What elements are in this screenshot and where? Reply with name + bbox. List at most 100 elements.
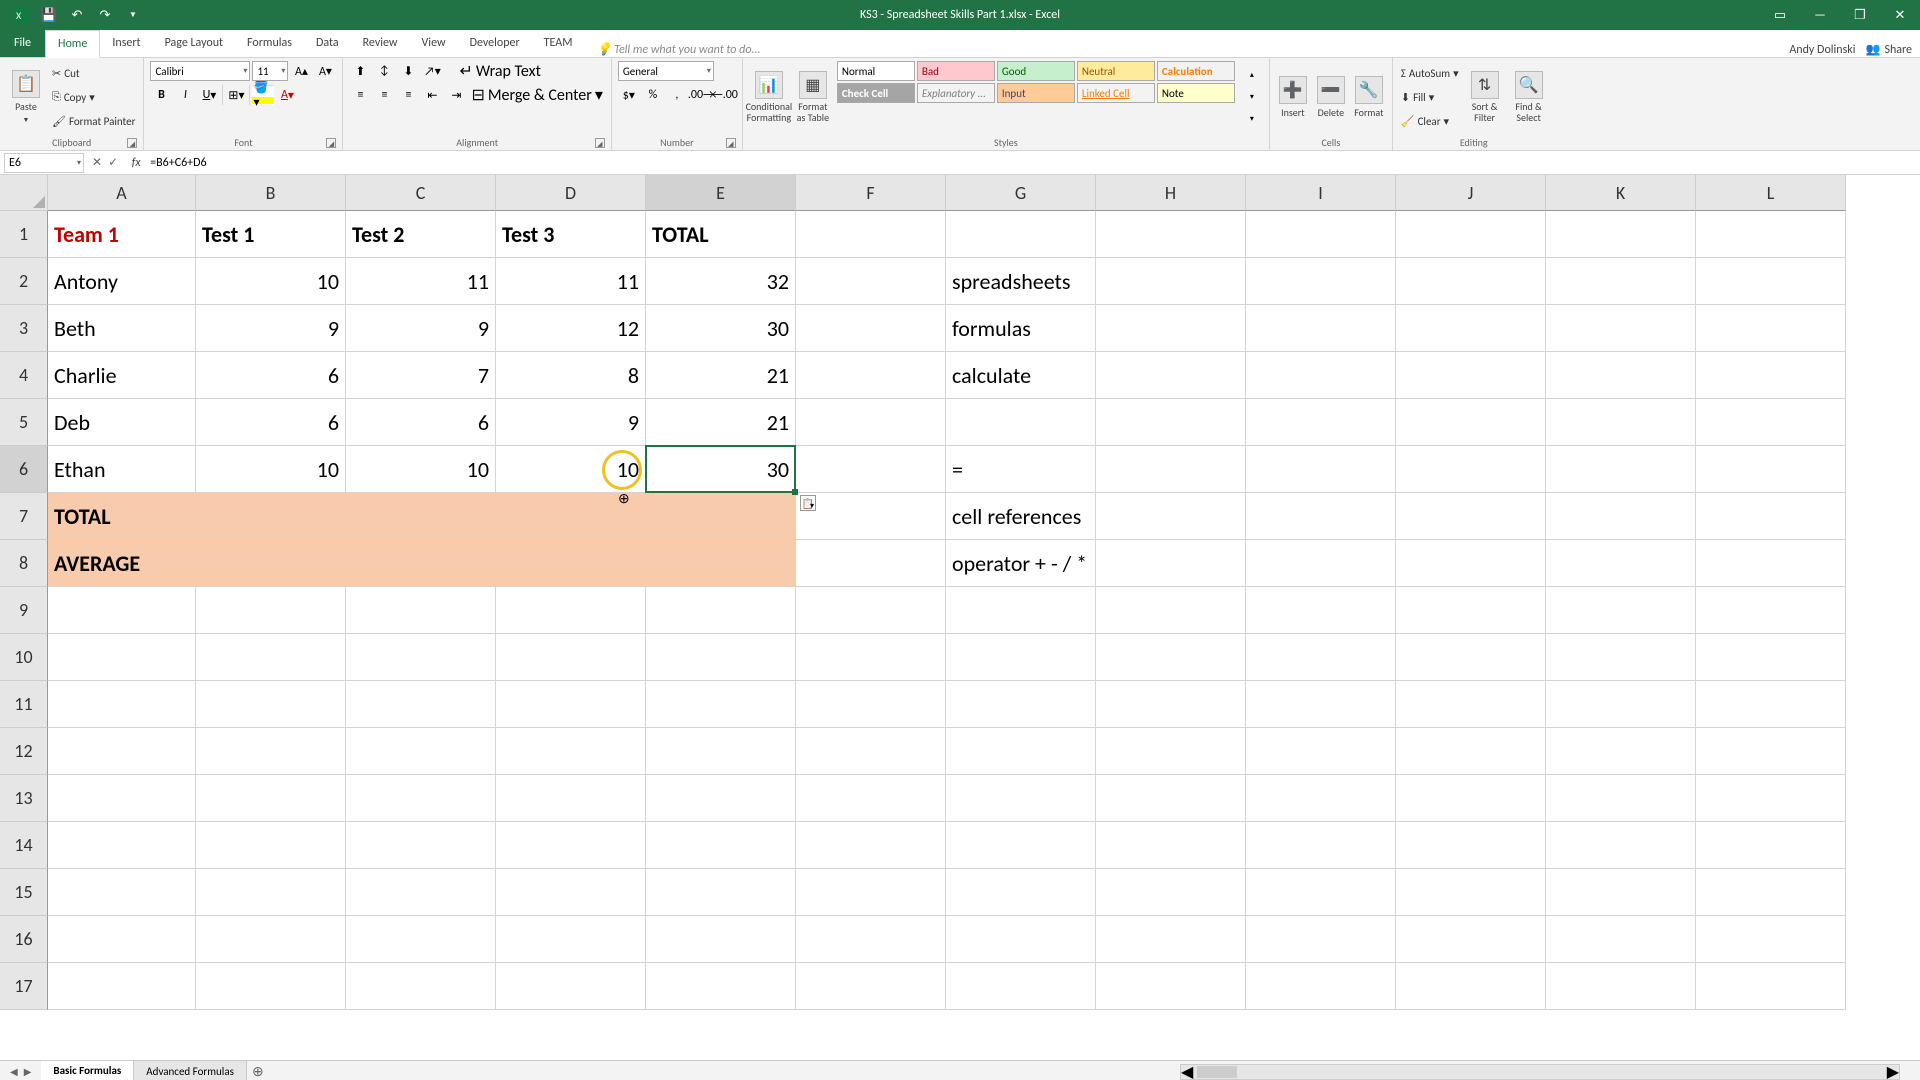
cell-D13[interactable] [496, 775, 646, 822]
cell-J7[interactable] [1396, 493, 1546, 540]
tab-page-layout[interactable]: Page Layout [153, 29, 235, 57]
cell-I9[interactable] [1246, 587, 1396, 634]
save-button[interactable]: 💾 [36, 4, 62, 26]
cell-D3[interactable]: 12 [496, 305, 646, 352]
align-left-button[interactable]: ≡ [349, 85, 371, 105]
cell-C13[interactable] [346, 775, 496, 822]
increase-decimal-button[interactable]: .00→ [690, 85, 712, 105]
cell-A7[interactable]: TOTAL [48, 493, 196, 540]
cell-B10[interactable] [196, 634, 346, 681]
cell-G4[interactable]: calculate [946, 352, 1096, 399]
cell-C6[interactable]: 10 [346, 446, 496, 493]
cell-L6[interactable] [1696, 446, 1846, 493]
align-middle-button[interactable]: ↕ [373, 61, 395, 81]
cell-D6[interactable]: 10 [496, 446, 646, 493]
row-header-12[interactable]: 12 [0, 728, 48, 775]
cell-L9[interactable] [1696, 587, 1846, 634]
cell-L14[interactable] [1696, 822, 1846, 869]
cell-K6[interactable] [1546, 446, 1696, 493]
cell-B14[interactable] [196, 822, 346, 869]
cell-G16[interactable] [946, 916, 1096, 963]
cell-K16[interactable] [1546, 916, 1696, 963]
cell-H10[interactable] [1096, 634, 1246, 681]
cell-I16[interactable] [1246, 916, 1396, 963]
cell-B9[interactable] [196, 587, 346, 634]
cell-K4[interactable] [1546, 352, 1696, 399]
minimize-button[interactable]: — [1800, 0, 1840, 30]
font-name-combo[interactable]: Calibri▾ [150, 61, 250, 81]
cell-L17[interactable] [1696, 963, 1846, 1010]
column-header-A[interactable]: A [48, 175, 196, 211]
row-header-7[interactable]: 7 [0, 493, 48, 540]
cell-G1[interactable] [946, 211, 1096, 258]
cut-button[interactable]: ✂ Cut [50, 63, 137, 83]
cell-A8[interactable]: AVERAGE [48, 540, 196, 587]
cell-K11[interactable] [1546, 681, 1696, 728]
row-header-1[interactable]: 1 [0, 211, 48, 258]
cell-A1[interactable]: Team 1 [48, 211, 196, 258]
row-header-8[interactable]: 8 [0, 540, 48, 587]
style-normal[interactable]: Normal [837, 61, 915, 81]
cell-C3[interactable]: 9 [346, 305, 496, 352]
cell-F15[interactable] [796, 869, 946, 916]
style-good[interactable]: Good [997, 61, 1075, 81]
cell-J6[interactable] [1396, 446, 1546, 493]
cell-B16[interactable] [196, 916, 346, 963]
style-check-cell[interactable]: Check Cell [837, 83, 915, 103]
bold-button[interactable]: B [150, 85, 172, 105]
cell-B1[interactable]: Test 1 [196, 211, 346, 258]
style-bad[interactable]: Bad [917, 61, 995, 81]
cell-J8[interactable] [1396, 540, 1546, 587]
cell-C10[interactable] [346, 634, 496, 681]
cell-H8[interactable] [1096, 540, 1246, 587]
select-all-button[interactable] [0, 175, 48, 211]
borders-button[interactable]: ⊞▾ [225, 85, 247, 105]
cell-C17[interactable] [346, 963, 496, 1010]
cell-D12[interactable] [496, 728, 646, 775]
column-header-D[interactable]: D [496, 175, 646, 211]
cell-F5[interactable] [796, 399, 946, 446]
cell-G11[interactable] [946, 681, 1096, 728]
cell-F6[interactable] [796, 446, 946, 493]
column-header-F[interactable]: F [796, 175, 946, 211]
cell-E9[interactable] [646, 587, 796, 634]
cell-H4[interactable] [1096, 352, 1246, 399]
tab-insert[interactable]: Insert [100, 29, 152, 57]
sheet-nav-last[interactable]: ▶ [24, 1065, 32, 1078]
sheet-tab-advanced-formulas[interactable]: Advanced Formulas [134, 1061, 247, 1080]
cancel-formula-button[interactable]: ✕ [92, 155, 102, 170]
cell-I5[interactable] [1246, 399, 1396, 446]
cell-L3[interactable] [1696, 305, 1846, 352]
cell-G9[interactable] [946, 587, 1096, 634]
cell-C7[interactable] [346, 493, 496, 540]
align-center-button[interactable]: ≡ [373, 85, 395, 105]
horizontal-scrollbar[interactable]: ◀▶ [1180, 1064, 1900, 1080]
format-painter-button[interactable]: 🖌 Format Painter [50, 111, 137, 131]
cell-E8[interactable] [646, 540, 796, 587]
cell-F2[interactable] [796, 258, 946, 305]
autofill-options-button[interactable]: 📋 [800, 495, 816, 511]
cell-K1[interactable] [1546, 211, 1696, 258]
style-neutral[interactable]: Neutral [1077, 61, 1155, 81]
cell-A3[interactable]: Beth [48, 305, 196, 352]
cell-K8[interactable] [1546, 540, 1696, 587]
cell-C12[interactable] [346, 728, 496, 775]
cell-I12[interactable] [1246, 728, 1396, 775]
row-header-16[interactable]: 16 [0, 916, 48, 963]
cell-D5[interactable]: 9 [496, 399, 646, 446]
cell-J17[interactable] [1396, 963, 1546, 1010]
alignment-dialog-launcher[interactable]: ◢ [595, 138, 605, 148]
cell-A17[interactable] [48, 963, 196, 1010]
cell-B2[interactable]: 10 [196, 258, 346, 305]
row-header-17[interactable]: 17 [0, 963, 48, 1010]
cell-G3[interactable]: formulas [946, 305, 1096, 352]
row-header-4[interactable]: 4 [0, 352, 48, 399]
row-header-15[interactable]: 15 [0, 869, 48, 916]
tab-team[interactable]: TEAM [532, 29, 585, 57]
tab-formulas[interactable]: Formulas [235, 29, 304, 57]
cell-I17[interactable] [1246, 963, 1396, 1010]
row-header-10[interactable]: 10 [0, 634, 48, 681]
cell-F12[interactable] [796, 728, 946, 775]
cell-B3[interactable]: 9 [196, 305, 346, 352]
cell-B5[interactable]: 6 [196, 399, 346, 446]
